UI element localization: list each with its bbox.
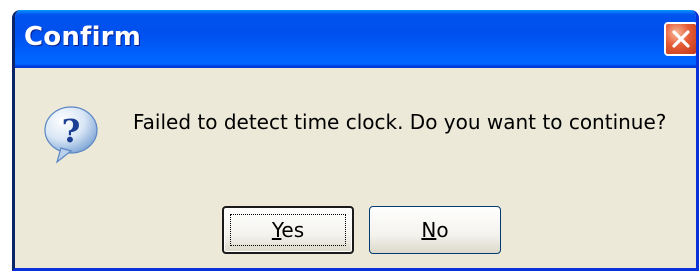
dialog-title: Confirm [24,22,141,52]
question-icon: ? [44,106,98,164]
no-button[interactable]: No [369,206,501,254]
dialog-body: ? Failed to detect time clock. Do you wa… [15,68,696,268]
svg-text:?: ? [62,112,81,150]
yes-button[interactable]: Yes [222,206,354,254]
confirm-dialog: Confirm ? Failed to detect time clock. D… [12,10,699,271]
dialog-message: Failed to detect time clock. Do you want… [133,110,667,134]
yes-button-label: Yes [271,218,305,242]
title-bar[interactable]: Confirm [15,10,696,68]
close-icon [672,30,690,48]
close-button[interactable] [664,22,696,56]
no-button-label: No [421,218,449,242]
